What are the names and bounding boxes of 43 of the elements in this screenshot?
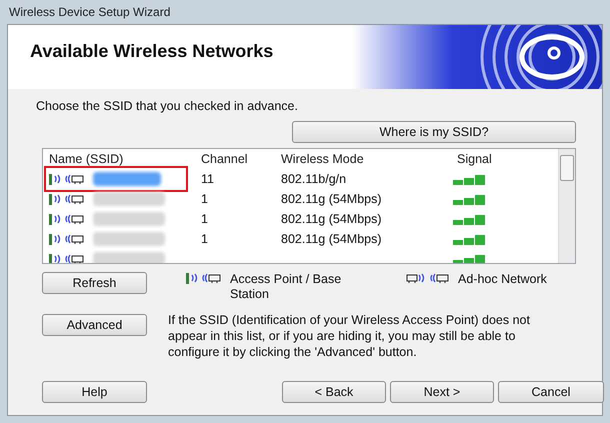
page-heading: Available Wireless Networks xyxy=(29,40,274,63)
ad-hoc-icon xyxy=(406,272,450,284)
channel-cell-text: 11 xyxy=(200,172,215,186)
next-button[interactable]: Next > xyxy=(390,381,494,403)
instruction-text: Choose the SSID that you checked in advance. xyxy=(36,99,299,113)
column-header[interactable]: Channel xyxy=(195,152,275,166)
blurred-name xyxy=(93,192,165,206)
access-point-icon xyxy=(49,173,85,185)
mode-cell-text: 802.11g (54Mbps) xyxy=(280,212,383,226)
signal-strength-icon xyxy=(453,215,485,225)
channel-cell-text: 1 xyxy=(200,192,209,206)
channel-cell-text: 1 xyxy=(200,212,209,226)
access-point-icon xyxy=(49,193,85,205)
mode-cell-text: 802.11b/g/n xyxy=(280,172,348,186)
legend-label: Ad-hoc Network xyxy=(458,272,547,287)
back-button[interactable]: < Back xyxy=(282,381,386,403)
signal-strength-icon xyxy=(453,255,485,263)
column-header[interactable]: Signal xyxy=(451,152,558,166)
blurred-name xyxy=(93,232,165,246)
signal-strength-icon xyxy=(453,195,485,205)
window-title: Wireless Device Setup Wizard xyxy=(9,5,170,19)
blurred-name xyxy=(93,252,165,263)
column-header[interactable]: Name (SSID) xyxy=(43,152,195,166)
access-point-icon xyxy=(49,253,85,263)
legend-label: Access Point / Base Station xyxy=(230,272,342,302)
where-ssid-button[interactable]: Where is my SSID? xyxy=(292,121,576,143)
refresh-button[interactable]: Refresh xyxy=(42,272,147,294)
scrollbar[interactable] xyxy=(558,149,575,263)
channel-cell-text: 1 xyxy=(200,232,209,246)
help-button[interactable]: Help xyxy=(42,381,147,403)
blurred-name xyxy=(93,212,165,226)
advanced-button[interactable]: Advanced xyxy=(42,314,147,336)
access-point-icon xyxy=(49,213,85,225)
column-header[interactable]: Wireless Mode xyxy=(275,152,451,166)
signal-strength-icon xyxy=(453,175,485,185)
advanced-note: If the SSID (Identification of your Wireless Access Point) does not appear in this list, or if you are hiding it, you may still be able to configure it by clicking the 'Advanced' button. xyxy=(168,312,531,360)
cancel-button[interactable]: Cancel xyxy=(498,381,604,403)
signal-strength-icon xyxy=(453,235,485,245)
access-point-icon xyxy=(49,233,85,245)
mode-cell-text: 802.11g (54Mbps) xyxy=(280,232,383,246)
access-point-icon xyxy=(186,272,222,284)
mode-cell-text: 802.11g (54Mbps) xyxy=(280,192,383,206)
blurred-name xyxy=(93,172,161,186)
